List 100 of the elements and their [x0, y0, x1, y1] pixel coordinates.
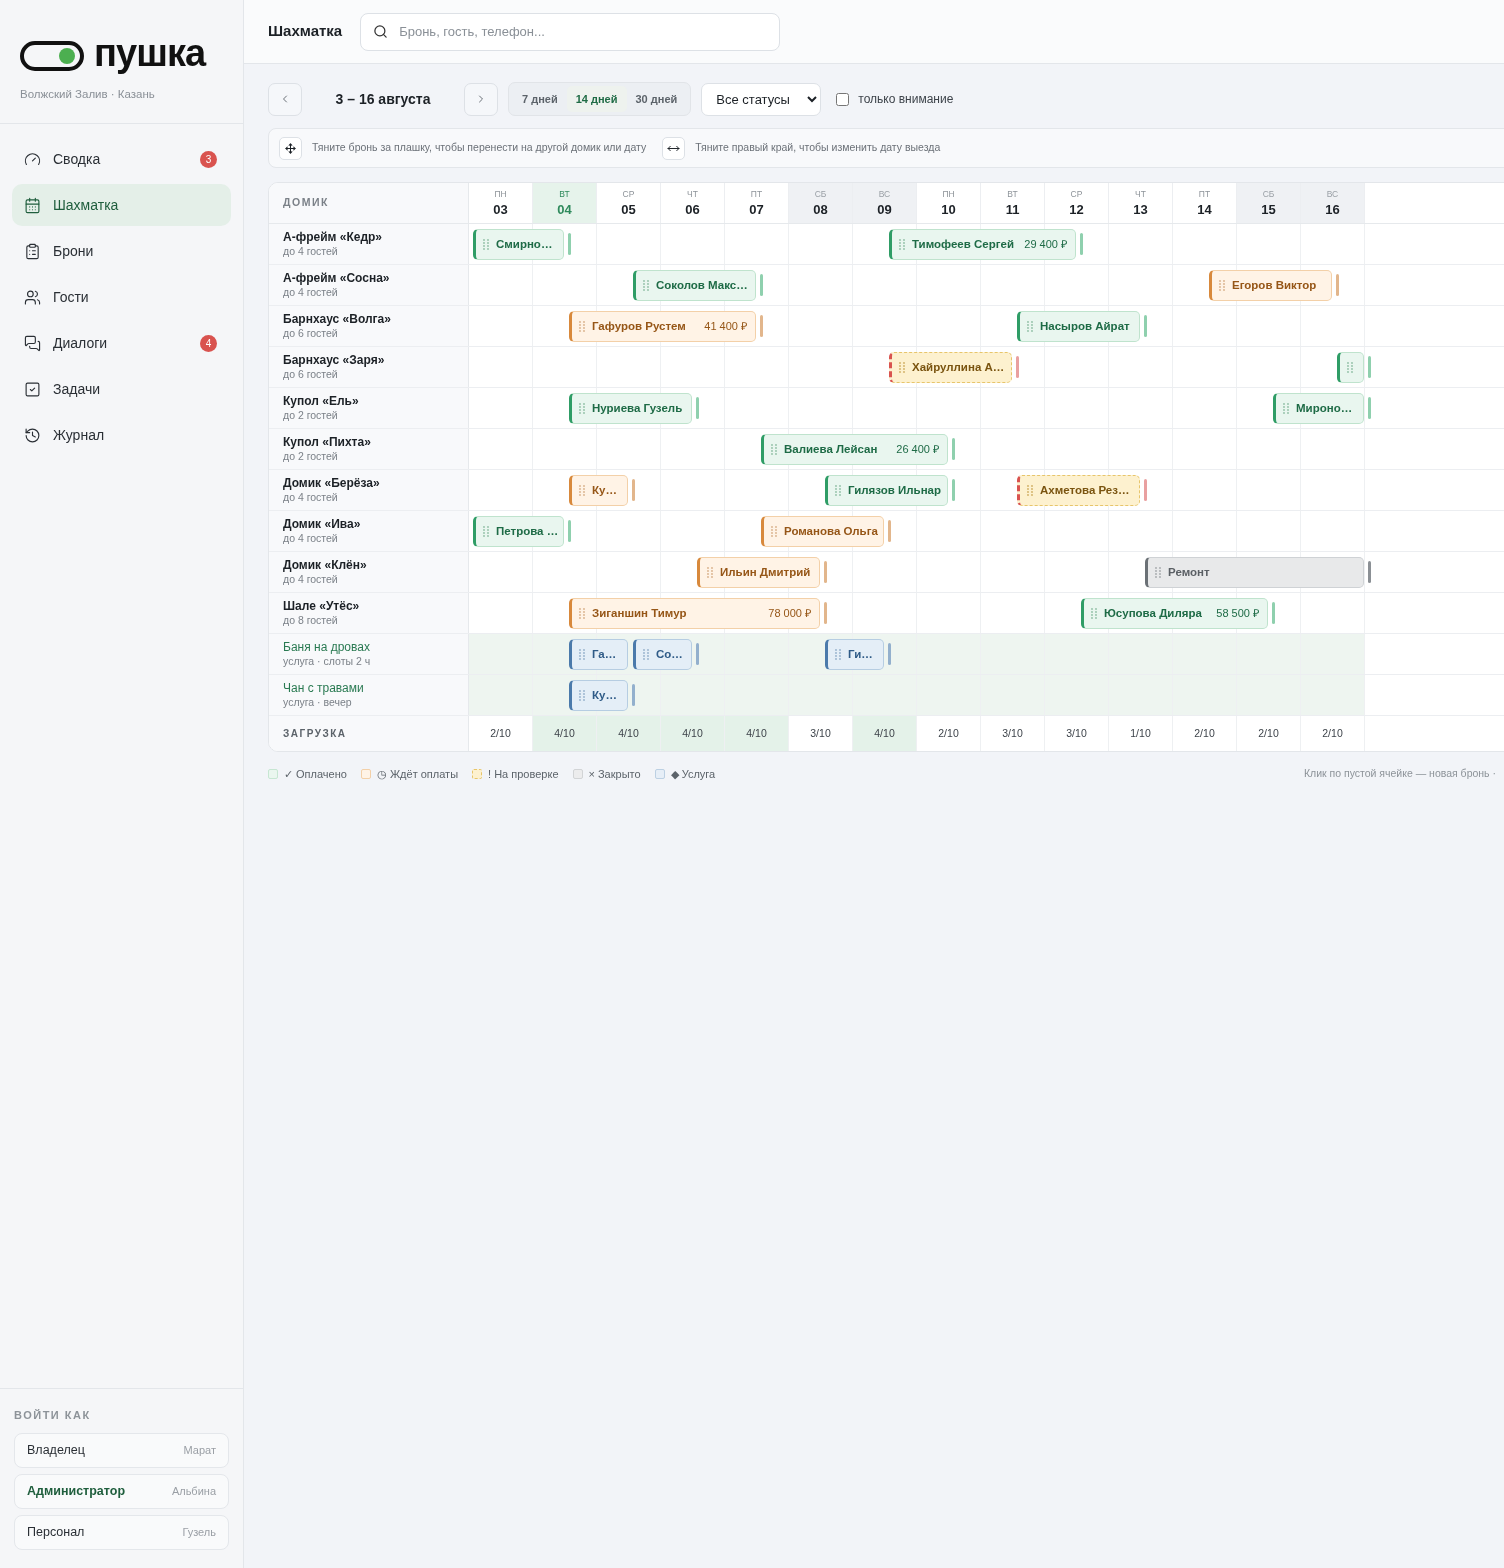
search-field[interactable]: Бронь, гость, телефон...	[360, 12, 781, 51]
resize-handle[interactable]	[1016, 356, 1019, 378]
booking-bar[interactable]	[1337, 352, 1364, 383]
drag-grip-icon[interactable]	[579, 321, 585, 332]
drag-grip-icon[interactable]	[835, 485, 841, 496]
nav-item[interactable]: Гости	[12, 276, 231, 319]
drag-grip-icon[interactable]	[835, 649, 841, 660]
nav-item[interactable]: Шахматка	[12, 184, 231, 227]
next-button[interactable]	[464, 82, 498, 116]
booking-bar[interactable]: Мироно…	[1273, 393, 1364, 424]
resize-handle[interactable]	[568, 233, 571, 255]
drag-grip-icon[interactable]	[643, 649, 649, 660]
previous-button[interactable]	[268, 82, 302, 116]
resize-handle[interactable]	[632, 684, 635, 706]
resize-handle[interactable]	[1144, 479, 1147, 501]
booking-bar[interactable]: Валиева Лейсан 26 400 ₽	[761, 434, 948, 465]
resize-handle[interactable]	[760, 274, 763, 296]
nav-item[interactable]: Задачи	[12, 368, 231, 411]
role-option[interactable]: Администратор Альбина	[14, 1474, 229, 1509]
resize-handle[interactable]	[888, 520, 891, 542]
resize-handle[interactable]	[952, 438, 955, 460]
drag-grip-icon[interactable]	[1027, 321, 1033, 332]
booking-bar[interactable]: Зиганшин Тимур 78 000 ₽	[569, 598, 820, 629]
guest-name: Петрова …	[496, 523, 559, 539]
booking-bar[interactable]: Ку…	[569, 475, 628, 506]
booking-bar[interactable]: Юсупова Диляра 58 500 ₽	[1081, 598, 1268, 629]
unit-note: до 2 гостей	[283, 450, 339, 463]
resize-handle[interactable]	[1336, 274, 1339, 296]
drag-grip-icon[interactable]	[771, 444, 777, 455]
booking-bar[interactable]: Со…	[633, 639, 692, 670]
resize-handle[interactable]	[1368, 397, 1371, 419]
person-name: Гузель	[182, 1525, 216, 1541]
resize-handle[interactable]	[1272, 602, 1275, 624]
resize-handle[interactable]	[1368, 561, 1371, 583]
resize-handle[interactable]	[1080, 233, 1083, 255]
period-tab[interactable]: 30 дней	[626, 86, 687, 112]
booking-bar[interactable]: Насыров Айрат	[1017, 311, 1140, 342]
nav-item[interactable]: Журнал	[12, 414, 231, 457]
resize-handle[interactable]	[1144, 315, 1147, 337]
status-select[interactable]: Все статусы	[701, 82, 822, 116]
role-option[interactable]: Владелец Марат	[14, 1433, 229, 1468]
drag-grip-icon[interactable]	[1091, 608, 1097, 619]
service-timeline[interactable]: Га… Со… Ги…	[469, 634, 1365, 674]
resize-handle[interactable]	[952, 479, 955, 501]
booking-bar[interactable]: Ги…	[825, 639, 884, 670]
nav-item[interactable]: Диалоги 4	[12, 322, 231, 365]
resize-handle[interactable]	[632, 479, 635, 501]
drag-grip-icon[interactable]	[1219, 280, 1225, 291]
guest-name: Насыров Айрат	[1040, 318, 1130, 334]
booking-bar[interactable]: Нуриева Гузель	[569, 393, 692, 424]
period-tab[interactable]: 14 дней	[566, 86, 627, 112]
booking-bar[interactable]: Петрова …	[473, 516, 564, 547]
booking-bar[interactable]: Ку…	[569, 680, 628, 711]
unit-note: услуга · вечер	[283, 696, 353, 709]
drag-grip-icon[interactable]	[579, 608, 585, 619]
drag-grip-icon[interactable]	[483, 526, 489, 537]
drag-grip-icon[interactable]	[579, 403, 585, 414]
role-option[interactable]: Персонал Гузель	[14, 1515, 229, 1550]
drag-grip-icon[interactable]	[579, 485, 585, 496]
drag-grip-icon[interactable]	[643, 280, 649, 291]
drag-grip-icon[interactable]	[579, 690, 585, 701]
booking-bar[interactable]: Ильин Дмитрий	[697, 557, 820, 588]
legend-label: ◷ Ждёт оплаты	[376, 767, 459, 782]
resize-handle[interactable]	[760, 315, 763, 337]
resize-handle[interactable]	[696, 643, 699, 665]
booking-bar[interactable]: Ремонт	[1145, 557, 1364, 588]
booking-bar[interactable]: Гилязов Ильнар	[825, 475, 948, 506]
resize-handle[interactable]	[888, 643, 891, 665]
booking-bar[interactable]: Смирно…	[473, 229, 564, 260]
guest-name: Нуриева Гузель	[592, 400, 683, 416]
booking-bar[interactable]: Хайруллина А…	[889, 352, 1012, 383]
booking-bar[interactable]: Романова Ольга	[761, 516, 884, 547]
resize-handle[interactable]	[1368, 356, 1371, 378]
service-name: Чан с травами	[283, 681, 365, 696]
nav-item[interactable]: Брони	[12, 230, 231, 273]
booking-bar[interactable]: Егоров Виктор	[1209, 270, 1332, 301]
drag-grip-icon[interactable]	[1155, 567, 1161, 578]
guest-name: Ку…	[592, 482, 617, 498]
resize-handle[interactable]	[568, 520, 571, 542]
booking-bar[interactable]: Ахметова Рез…	[1017, 475, 1140, 506]
booking-bar[interactable]: Га…	[569, 639, 628, 670]
nav-item[interactable]: Сводка 3	[12, 138, 231, 181]
drag-grip-icon[interactable]	[1347, 362, 1353, 373]
drag-grip-icon[interactable]	[899, 362, 905, 373]
resize-handle[interactable]	[696, 397, 699, 419]
drag-grip-icon[interactable]	[707, 567, 713, 578]
drag-grip-icon[interactable]	[771, 526, 777, 537]
resize-handle[interactable]	[824, 561, 827, 583]
period-tab[interactable]: 7 дней	[513, 86, 567, 112]
booking-bar[interactable]: Соколов Макс…	[633, 270, 756, 301]
resize-handle[interactable]	[824, 602, 827, 624]
drag-grip-icon[interactable]	[1027, 485, 1033, 496]
drag-grip-icon[interactable]	[899, 239, 905, 250]
attention-checkbox[interactable]	[836, 92, 850, 106]
drag-grip-icon[interactable]	[483, 239, 489, 250]
drag-grip-icon[interactable]	[579, 649, 585, 660]
booking-bar[interactable]: Тимофеев Сергей 29 400 ₽	[889, 229, 1076, 260]
drag-grip-icon[interactable]	[1283, 403, 1289, 414]
booking-bar[interactable]: Гафуров Рустем 41 400 ₽	[569, 311, 756, 342]
service-timeline[interactable]: Ку…	[469, 675, 1365, 715]
